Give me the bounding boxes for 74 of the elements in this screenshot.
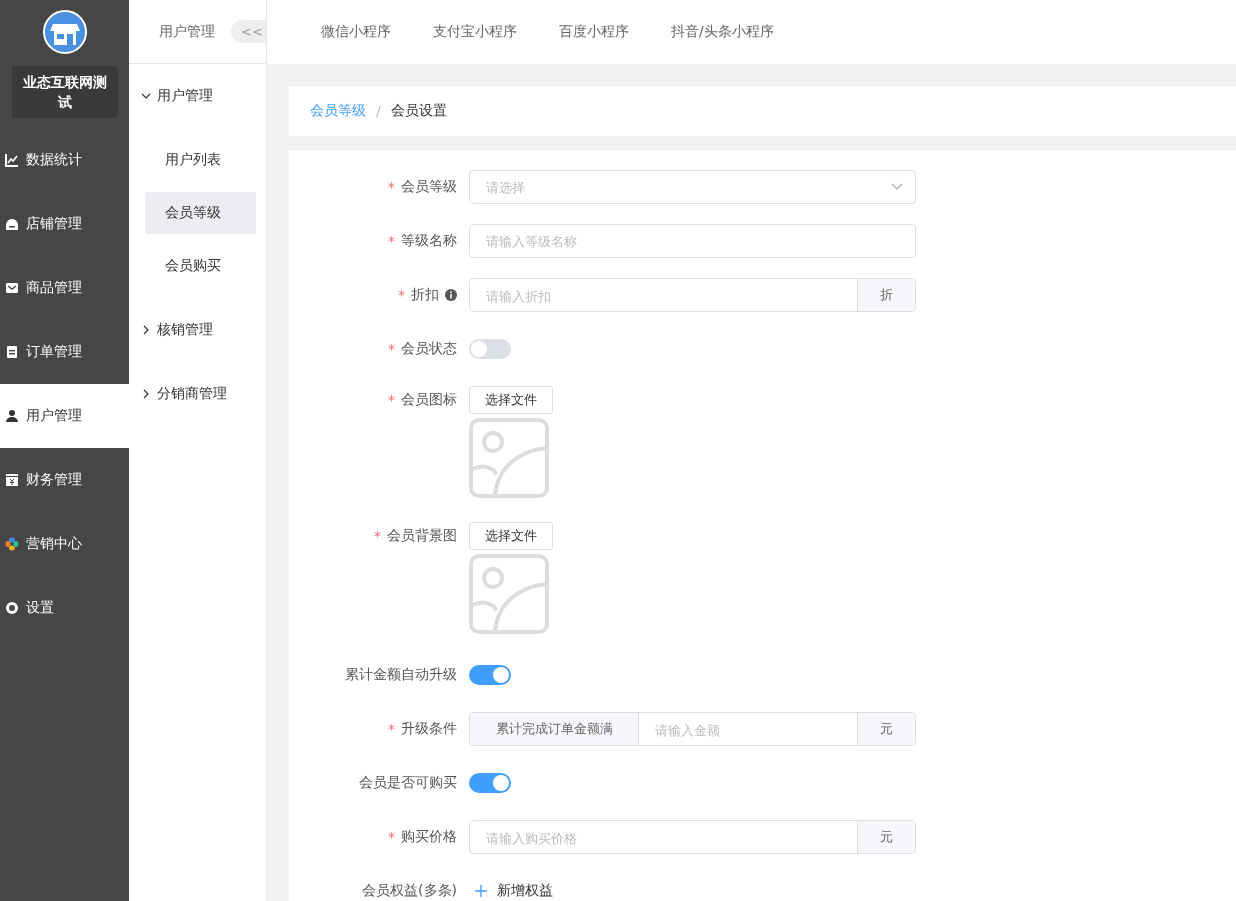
breadcrumb-current: 会员设置: [390, 102, 447, 120]
input-field[interactable]: 请输入金额: [639, 713, 857, 745]
field-label: 会员等级: [401, 178, 457, 196]
plus-icon: [475, 885, 487, 897]
image-placeholder-icon: [469, 418, 549, 498]
nav-item[interactable]: 财务管理: [0, 448, 129, 512]
store-logo-icon: [42, 10, 87, 54]
nav-item[interactable]: 用户管理: [0, 384, 129, 448]
field-label: 会员图标: [401, 391, 457, 409]
wallet-icon: [5, 473, 19, 487]
field-label: 会员背景图: [387, 527, 457, 545]
settings-icon: [5, 601, 19, 615]
input-prefix: 累计完成订单金额满: [470, 713, 639, 745]
required-mark: *: [388, 341, 395, 357]
platform-tab[interactable]: 支付宝小程序: [433, 23, 517, 41]
submenu-item[interactable]: 用户列表: [145, 139, 256, 181]
chevron-icon: [141, 389, 151, 399]
required-mark: *: [388, 392, 395, 408]
field-label: 升级条件: [401, 720, 457, 738]
store-icon: [5, 217, 19, 231]
input-field[interactable]: 请输入折扣: [470, 279, 857, 311]
platform-tab[interactable]: 抖音/头条小程序: [671, 23, 774, 41]
chart-icon: [5, 153, 19, 167]
input-group[interactable]: 请输入折扣 折: [469, 278, 916, 312]
clipboard-icon: [5, 345, 19, 359]
caret-icon: [891, 183, 903, 191]
input-field[interactable]: 请输入购买价格: [470, 821, 857, 853]
nav-item[interactable]: 商品管理: [0, 256, 129, 320]
nav-item[interactable]: 店铺管理: [0, 192, 129, 256]
platform-tab[interactable]: 百度小程序: [559, 23, 629, 41]
nav-item[interactable]: 设置: [0, 576, 129, 640]
input-suffix: 折: [857, 279, 915, 311]
required-mark: *: [388, 233, 395, 249]
menu-group[interactable]: 分销商管理: [129, 362, 266, 426]
choose-file-button[interactable]: 选择文件: [469, 386, 553, 414]
menu-group[interactable]: 用户管理: [129, 64, 266, 128]
envelope-icon: [5, 281, 19, 295]
platform-tab[interactable]: 微信小程序: [321, 23, 391, 41]
submenu-item[interactable]: 会员购买: [145, 245, 256, 287]
choose-file-button[interactable]: 选择文件: [469, 522, 553, 550]
chevron-icon: [141, 325, 151, 335]
input-suffix: 元: [857, 821, 915, 853]
field-label: 会员是否可购买: [359, 774, 457, 792]
toggle-switch[interactable]: [469, 339, 511, 359]
add-benefit-button[interactable]: 新增权益: [469, 882, 553, 900]
petal-icon: [5, 537, 19, 551]
field-label: 购买价格: [401, 828, 457, 846]
field-label: 等级名称: [401, 232, 457, 250]
submenu-item[interactable]: 会员等级: [145, 192, 256, 234]
nav-item[interactable]: 营销中心: [0, 512, 129, 576]
toggle-switch[interactable]: [469, 773, 511, 793]
breadcrumb-separator: /: [376, 103, 381, 119]
submenu-title: 用户管理: [159, 22, 215, 41]
chevron-icon: [141, 91, 151, 101]
input-group[interactable]: 累计完成订单金额满 请输入金额 元: [469, 712, 916, 746]
field-label: 会员状态: [401, 340, 457, 358]
image-placeholder-icon: [469, 554, 549, 634]
nav-item[interactable]: 订单管理: [0, 320, 129, 384]
input-suffix: 元: [857, 713, 915, 745]
required-mark: *: [388, 721, 395, 737]
field-label: 折扣: [411, 286, 439, 304]
nav-item[interactable]: 数据统计: [0, 128, 129, 192]
required-mark: *: [398, 287, 405, 303]
brand-name: 业态互联网测试: [11, 66, 118, 118]
required-mark: *: [374, 528, 381, 544]
toggle-switch[interactable]: [469, 665, 511, 685]
required-mark: *: [388, 829, 395, 845]
field-label: 会员权益(多条): [362, 882, 457, 900]
menu-group[interactable]: 核销管理: [129, 298, 266, 362]
input-group[interactable]: 请输入购买价格 元: [469, 820, 916, 854]
input-field[interactable]: 请输入等级名称: [469, 224, 916, 258]
field-label: 累计金额自动升级: [345, 666, 457, 684]
user-icon: [5, 409, 19, 423]
required-mark: *: [388, 179, 395, 195]
